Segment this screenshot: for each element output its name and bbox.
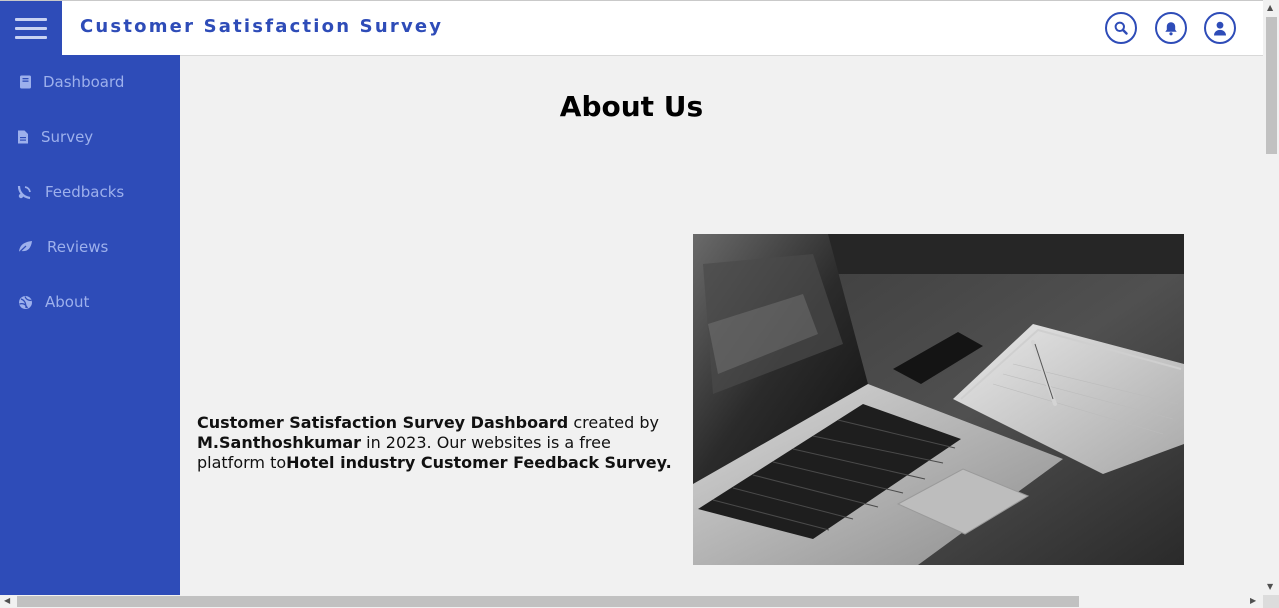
hamburger-menu-button[interactable] [0,1,62,56]
scroll-left-arrow-icon[interactable]: ◀ [4,597,10,605]
top-bar: Customer Satisfaction Survey [0,0,1263,56]
about-strong-title: Customer Satisfaction Survey Dashboard [197,413,569,432]
globe-icon [17,294,33,310]
scroll-down-arrow-icon[interactable]: ▼ [1267,583,1273,591]
hamburger-icon [15,18,47,21]
laptop-photo [693,234,1184,565]
sidebar-item-survey[interactable]: Survey [0,117,180,157]
search-icon [1114,21,1128,35]
sidebar-item-label: Dashboard [43,73,125,91]
about-strong-industry: Hotel industry Customer Feedback Survey. [286,453,672,472]
horizontal-scrollbar[interactable]: ◀ ▶ [0,595,1263,608]
scroll-right-arrow-icon[interactable]: ▶ [1250,597,1256,605]
scrollbar-corner [1263,595,1279,608]
sidebar-item-reviews[interactable]: Reviews [0,227,180,267]
sidebar-item-label: Survey [41,128,94,146]
app-title: Customer Satisfaction Survey [80,16,444,37]
vertical-scrollbar[interactable]: ▲ ▼ [1263,0,1279,595]
sidebar-item-label: About [45,293,90,311]
user-icon [1214,21,1226,35]
document-icon [15,129,31,145]
sidebar: Dashboard Survey Feedbacks Reviews About [0,55,180,595]
page-title: About Us [559,90,704,123]
about-strong-author: M.Santhoshkumar [197,433,362,452]
sidebar-item-label: Feedbacks [45,183,125,201]
sidebar-item-label: Reviews [47,238,109,256]
scroll-up-arrow-icon[interactable]: ▲ [1267,4,1273,12]
leaf-icon [17,239,33,255]
vertical-scroll-thumb[interactable] [1266,17,1277,154]
sidebar-item-dashboard[interactable]: Dashboard [0,62,180,102]
chat-icon [17,184,33,200]
bell-icon [1165,21,1177,35]
search-button[interactable] [1105,12,1137,44]
book-icon [17,74,33,90]
about-text-1: created by [568,413,659,432]
profile-button[interactable] [1204,12,1236,44]
sidebar-item-feedbacks[interactable]: Feedbacks [0,172,180,212]
about-description: Customer Satisfaction Survey Dashboard c… [197,413,677,473]
hamburger-icon-line [15,27,47,30]
hamburger-icon-line [15,36,47,39]
notifications-button[interactable] [1155,12,1187,44]
sidebar-item-about[interactable]: About [0,282,180,322]
main-content: About Us Customer Satisfaction Survey Da… [180,56,1263,595]
horizontal-scroll-thumb[interactable] [17,596,1079,607]
